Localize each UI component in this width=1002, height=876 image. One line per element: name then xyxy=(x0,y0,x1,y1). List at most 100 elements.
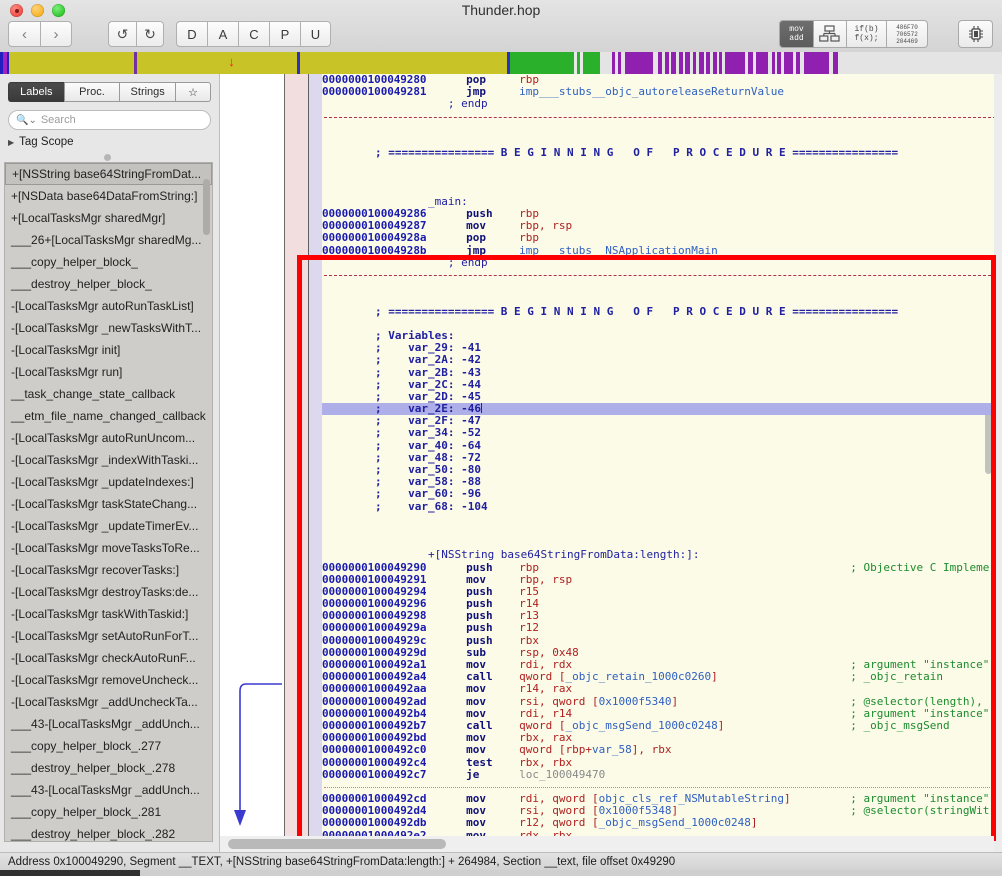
list-item[interactable]: -[LocalTasksMgr _addUncheckTa... xyxy=(5,691,212,713)
list-item[interactable]: ___43-[LocalTasksMgr _addUnch... xyxy=(5,779,212,801)
file-map-segment xyxy=(713,52,717,74)
list-item[interactable]: ___43-[LocalTasksMgr _addUnch... xyxy=(5,713,212,735)
window-titlebar: Thunder.hop ‹ › ↺ ↻ D A C P U mov add if… xyxy=(0,0,1002,53)
file-map-segment xyxy=(725,52,745,74)
control-flow-graph-icon xyxy=(819,25,840,42)
list-item[interactable]: -[LocalTasksMgr autoRunUncom... xyxy=(5,427,212,449)
hex-label-2: 706572 204469 xyxy=(896,30,918,45)
list-item[interactable]: -[LocalTasksMgr moveTasksToRe... xyxy=(5,537,212,559)
search-placeholder: Search xyxy=(40,114,76,126)
split-handle[interactable] xyxy=(104,154,111,161)
mode-button-group: D A C P U xyxy=(176,21,331,47)
list-item[interactable]: __task_change_state_callback xyxy=(5,383,212,405)
list-item[interactable]: +[NSString base64StringFromDat... xyxy=(5,163,212,185)
cfg-view-button[interactable] xyxy=(813,20,846,48)
list-item[interactable]: -[LocalTasksMgr taskStateChang... xyxy=(5,493,212,515)
file-map-segment xyxy=(833,52,838,74)
search-icon: 🔍⌄ xyxy=(16,114,37,126)
status-bar: Address 0x100049290, Segment __TEXT, +[N… xyxy=(0,852,1002,871)
mode-procedure-button[interactable]: P xyxy=(269,21,300,47)
mode-undefine-button[interactable]: U xyxy=(300,21,331,47)
list-item[interactable]: -[LocalTasksMgr recoverTasks:] xyxy=(5,559,212,581)
hex-label-1: 486F70 xyxy=(896,23,918,31)
file-map-segment xyxy=(297,52,300,74)
comment-line[interactable]: ; endp xyxy=(322,98,994,110)
file-map-segment xyxy=(580,52,583,74)
tab-favorites-star-icon[interactable]: ☆ xyxy=(175,82,212,102)
file-map-segment xyxy=(300,52,507,74)
list-item[interactable]: +[LocalTasksMgr sharedMgr] xyxy=(5,207,212,229)
file-map-segment xyxy=(671,52,676,74)
tab-strings[interactable]: Strings xyxy=(119,82,176,102)
search-field[interactable]: 🔍⌄ Search xyxy=(8,110,211,130)
tab-procedures[interactable]: Proc. xyxy=(63,82,120,102)
list-item[interactable]: -[LocalTasksMgr autoRunTaskList] xyxy=(5,295,212,317)
pseudocode-label-2: f(x); xyxy=(854,34,879,43)
labels-list[interactable]: +[NSString base64StringFromDat... +[NSDat… xyxy=(4,162,213,842)
mode-code-button[interactable]: C xyxy=(238,21,269,47)
file-map-segment xyxy=(653,52,658,74)
list-item[interactable]: -[LocalTasksMgr setAutoRunForT... xyxy=(5,625,212,647)
list-item[interactable]: ___copy_helper_block_.281 xyxy=(5,801,212,823)
pseudocode-view-button[interactable]: if(b) f(x); xyxy=(846,20,886,48)
file-map-segment xyxy=(796,52,800,74)
list-item[interactable]: -[LocalTasksMgr _updateIndexes:] xyxy=(5,471,212,493)
file-map-segment xyxy=(3,52,7,74)
current-position-marker: ↓ xyxy=(228,54,235,69)
comment-line[interactable]: ; ================ B E G I N N I N G O F… xyxy=(322,305,994,318)
sidebar-tab-bar: Labels Proc. Strings ☆ xyxy=(8,82,212,102)
file-map-segment xyxy=(777,52,781,74)
list-item[interactable]: ___26+[LocalTasksMgr sharedMg... xyxy=(5,229,212,251)
list-item[interactable]: -[LocalTasksMgr _newTasksWithT... xyxy=(5,317,212,339)
mode-ascii-button[interactable]: A xyxy=(207,21,238,47)
list-item[interactable]: -[LocalTasksMgr _updateTimerEv... xyxy=(5,515,212,537)
mode-data-button[interactable]: D xyxy=(176,21,207,47)
file-map-segment xyxy=(775,52,777,74)
undo-button[interactable]: ↺ xyxy=(108,21,136,47)
list-item[interactable]: ___copy_helper_block_.277 xyxy=(5,735,212,757)
disassembly-line[interactable]: 00000001000492c7 je loc_100049470 xyxy=(322,768,994,781)
file-map-segment xyxy=(658,52,662,74)
comment-line[interactable]: ; endp xyxy=(322,256,994,269)
file-map-segment xyxy=(699,52,704,74)
list-item[interactable]: ___destroy_helper_block_ xyxy=(5,273,212,295)
list-item[interactable]: -[LocalTasksMgr run] xyxy=(5,361,212,383)
file-map-segment xyxy=(717,52,719,74)
hex-view-button[interactable]: 486F70 706572 204469 xyxy=(886,20,928,48)
file-map-segment xyxy=(829,52,833,74)
list-item[interactable]: -[LocalTasksMgr taskWithTaskid:] xyxy=(5,603,212,625)
list-item[interactable]: ___copy_helper_block_ xyxy=(5,251,212,273)
list-item[interactable]: __etm_file_name_changed_callback xyxy=(5,405,212,427)
file-map-segment xyxy=(621,52,625,74)
tab-labels[interactable]: Labels xyxy=(8,82,64,102)
file-map-segment xyxy=(690,52,693,74)
list-item[interactable]: -[LocalTasksMgr checkAutoRunF... xyxy=(5,647,212,669)
tag-scope-disclosure[interactable]: ▶ Tag Scope xyxy=(8,136,74,148)
redo-button[interactable]: ↻ xyxy=(136,21,164,47)
assembly-view-button[interactable]: mov add xyxy=(779,20,813,48)
labels-list-scrollbar[interactable] xyxy=(203,179,210,235)
tag-scope-label: Tag Scope xyxy=(19,136,74,148)
file-map-strip[interactable]: ↓ xyxy=(0,52,1002,74)
inspector-toggle-button[interactable] xyxy=(958,20,993,48)
file-map-segment xyxy=(669,52,671,74)
list-item[interactable]: -[LocalTasksMgr _indexWithTaski... xyxy=(5,449,212,471)
comment-line[interactable]: ; var_68: -104 xyxy=(322,500,994,513)
comment-line[interactable]: ; ================ B E G I N N I N G O F… xyxy=(322,147,994,159)
file-map-segment xyxy=(772,52,775,74)
list-item[interactable]: -[LocalTasksMgr removeUncheck... xyxy=(5,669,212,691)
list-item[interactable]: ___destroy_helper_block_.282 xyxy=(5,823,212,841)
disassembly-listing[interactable]: 0000000100049280 pop rbp 0000000100049281… xyxy=(322,74,994,836)
list-item[interactable]: -[LocalTasksMgr init] xyxy=(5,339,212,361)
horizontal-scrollbar-thumb[interactable] xyxy=(228,839,446,849)
hopper-disassembler-window: Thunder.hop ‹ › ↺ ↻ D A C P U mov add if… xyxy=(0,0,1002,876)
list-item[interactable]: -[LocalTasksMgr destroyTasks:de... xyxy=(5,581,212,603)
list-item[interactable]: ___destroy_helper_block_.278 xyxy=(5,757,212,779)
forward-button[interactable]: › xyxy=(40,21,72,47)
file-map-segment xyxy=(7,52,9,74)
back-button[interactable]: ‹ xyxy=(8,21,40,47)
list-item[interactable]: +[NSData base64DataFromString:] xyxy=(5,185,212,207)
file-map-segment xyxy=(804,52,829,74)
